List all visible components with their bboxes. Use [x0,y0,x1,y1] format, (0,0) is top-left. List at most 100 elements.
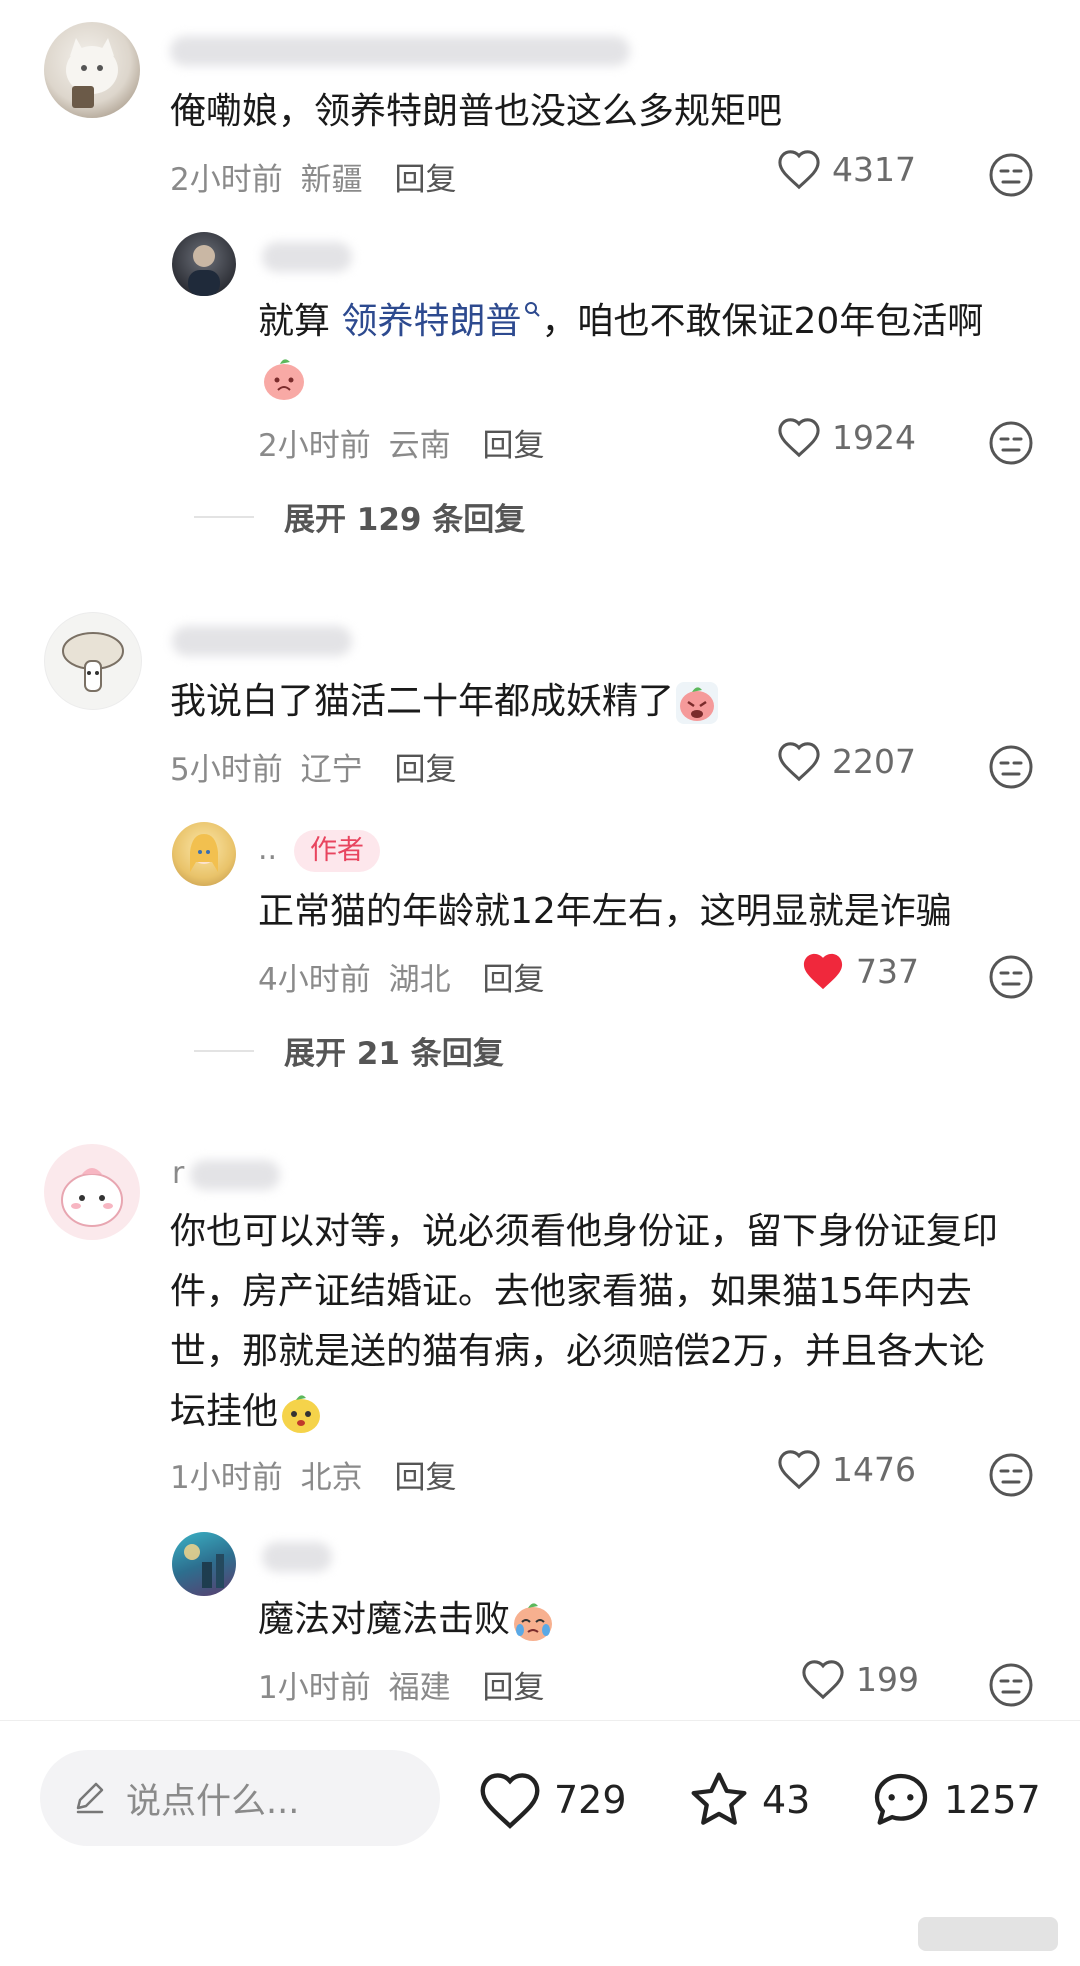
reply-text-part: 就算 [258,301,342,342]
reply-meta: 2小时前 云南 回复 [258,420,544,465]
like-button[interactable]: 199 [800,1658,919,1700]
comment-text: 我说白了猫活二十年都成妖精了 [170,672,720,732]
username-initial[interactable]: r [172,1156,184,1191]
username-blurred[interactable] [262,1542,332,1572]
reply-meta: 4小时前 湖北 回复 [258,954,544,999]
expand-replies-button[interactable]: 展开 21 条回复 [194,1028,504,1073]
dislike-button[interactable] [988,420,1034,470]
username-blurred[interactable] [262,242,352,272]
cat-avatar-icon [66,38,118,108]
reply-time: 1小时前 [258,1670,371,1706]
comment-meta: 2小时前 新疆 回复 [170,154,456,199]
dislike-button[interactable] [988,744,1034,794]
like-count: 1476 [832,1449,916,1489]
comment-time: 2小时前 [170,162,283,198]
heart-outline-icon [778,418,820,458]
dislike-button[interactable] [988,152,1034,202]
mushroom-avatar-icon [62,632,124,692]
post-like-button[interactable]: 729 [476,1770,627,1830]
divider-line [194,515,254,518]
reply-time: 4小时前 [258,962,371,998]
username-blurred[interactable] [170,36,630,66]
comment-text-part: 我说白了猫活二十年都成妖精了 [170,681,675,722]
anime-girl-avatar-icon [190,834,218,872]
reply-text: 正常猫的年龄就12年左右，这明显就是诈骗 [258,891,952,932]
watermark [918,1917,1058,1951]
reply-button[interactable]: 回复 [394,752,456,788]
comment-text-line: 你也可以对等，说必须看他身份证，留下身份证复印 [170,1211,999,1252]
comment-text-line: 坛挂他 [170,1382,324,1442]
like-button[interactable]: 4317 [776,148,916,190]
comment-text: 俺嘞娘，领养特朗普也没这么多规矩吧 [170,91,783,132]
username-blurred[interactable] [172,626,352,656]
heart-outline-icon [778,742,820,782]
meh-face-icon [989,955,1033,999]
username-blurred[interactable] [190,1160,280,1190]
dislike-button[interactable] [988,1662,1034,1712]
author-badge: 作者 [294,830,380,872]
heart-outline-icon [802,1660,844,1700]
post-like-count: 729 [554,1778,627,1822]
meh-face-icon [989,153,1033,197]
reply-button[interactable]: 回复 [482,1670,544,1706]
emoji-icon [264,359,304,400]
reply-text: 魔法对魔法击败 [258,1590,556,1650]
reply-text-part: 魔法对魔法击败 [258,1599,511,1640]
dislike-button[interactable] [988,1452,1034,1502]
reply-button[interactable]: 回复 [394,162,456,198]
expand-replies-button[interactable]: 展开 129 条回复 [194,494,525,539]
comment-time: 1小时前 [170,1460,283,1496]
reply-location: 湖北 [388,962,451,998]
like-button-liked[interactable]: 737 [800,950,919,992]
pencil-icon [76,1782,104,1814]
heart-outline-icon [480,1773,540,1829]
avatar[interactable] [44,22,140,118]
post-favorite-button[interactable]: 43 [686,1768,810,1832]
post-comment-count: 1257 [944,1778,1041,1822]
emoji-icon [676,682,719,724]
like-count: 4317 [832,149,916,189]
like-count: 199 [856,1659,919,1699]
meh-face-icon [989,421,1033,465]
chat-bubble-icon [874,1773,928,1825]
reply-button[interactable]: 回复 [482,428,544,464]
emoji-icon [514,1603,553,1641]
pink-character-avatar-icon [61,1168,123,1227]
expand-replies-label: 展开 21 条回复 [284,1036,504,1072]
comment-location: 新疆 [300,162,363,198]
like-count: 2207 [832,741,916,781]
expand-replies-label: 展开 129 条回复 [284,502,526,538]
author-name[interactable]: .. [258,832,277,867]
avatar[interactable] [44,1144,140,1240]
reply-button[interactable]: 回复 [482,962,544,998]
comment-meta: 1小时前 北京 回复 [170,1452,456,1497]
reply-location: 云南 [388,428,451,464]
avatar[interactable] [172,1532,236,1596]
reply-location: 福建 [388,1670,451,1706]
heart-outline-icon [778,1450,820,1490]
dislike-button[interactable] [988,954,1034,1004]
search-icon[interactable] [523,300,541,320]
star-outline-icon [691,1772,747,1825]
heart-filled-icon [803,953,843,990]
emoji-peach-sweat [258,352,310,408]
like-button[interactable]: 2207 [776,740,916,782]
comment-time: 5小时前 [170,752,283,788]
avatar[interactable] [172,232,236,296]
post-comment-button[interactable]: 1257 [868,1768,1041,1832]
reply-time: 2小时前 [258,428,371,464]
like-button[interactable]: 1924 [776,416,916,458]
comment-input-placeholder: 说点什么... [126,1781,300,1822]
reply-text-part: ，咱也不敢保证20年包活啊 [541,301,984,342]
avatar[interactable] [172,822,236,886]
like-button[interactable]: 1476 [776,1448,916,1490]
meh-face-icon [989,1453,1033,1497]
comment-input[interactable]: 说点什么... [40,1750,440,1846]
scenery-avatar-icon [184,1544,224,1588]
avatar[interactable] [44,612,142,710]
mention-link[interactable]: 领养特朗普 [341,301,521,342]
comment-text-line: 件，房产证结婚证。去他家看猫，如果猫15年内去 [170,1271,972,1312]
reply-button[interactable]: 回复 [394,1460,456,1496]
meh-face-icon [989,1663,1033,1707]
emoji-icon [282,1395,321,1433]
